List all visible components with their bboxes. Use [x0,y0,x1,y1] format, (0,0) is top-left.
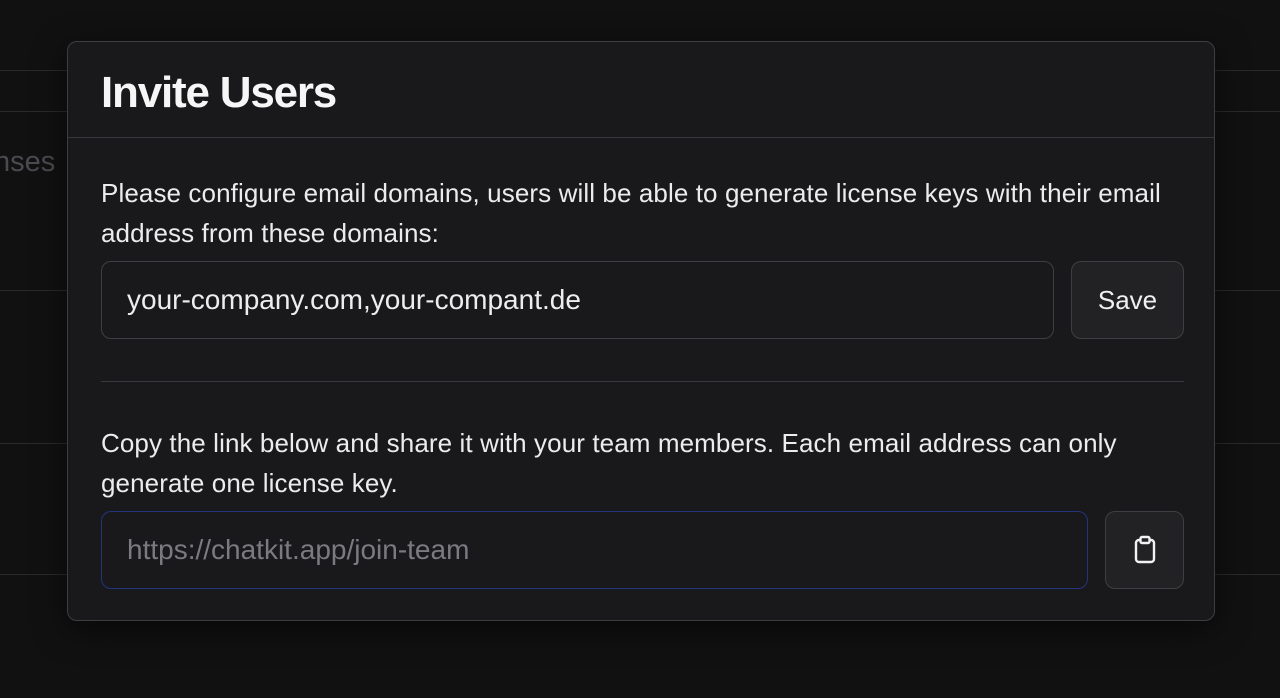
clipboard-icon [1131,535,1159,565]
section-divider [101,381,1184,382]
invite-link-section: Copy the link below and share it with yo… [101,423,1184,589]
link-row [101,511,1184,589]
invite-users-dialog: Invite Users Please configure email doma… [67,41,1215,621]
domains-row: Save [101,261,1184,339]
dialog-header: Invite Users [68,42,1214,138]
email-domains-input[interactable] [101,261,1054,339]
dialog-title: Invite Users [101,68,337,117]
invite-link-field[interactable] [101,511,1088,589]
link-description: Copy the link below and share it with yo… [101,428,1117,498]
save-button[interactable]: Save [1071,261,1184,339]
background-partial-text: nses [0,146,56,178]
domains-section: Please configure email domains, users wi… [101,173,1184,339]
copy-link-button[interactable] [1105,511,1184,589]
domains-description: Please configure email domains, users wi… [101,178,1161,248]
